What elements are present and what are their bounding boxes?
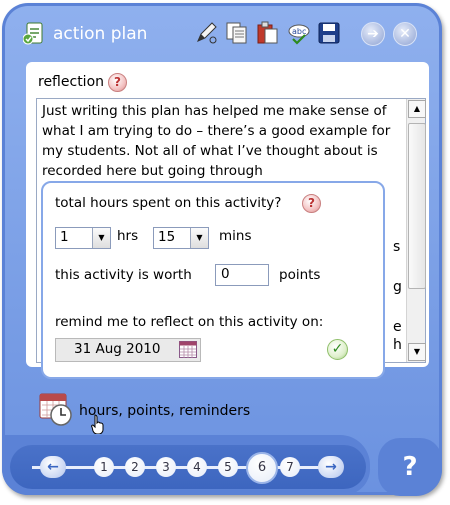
reflection-scrollbar[interactable]: ▲ ▼ [406,99,426,362]
minutes-unit: mins [219,228,252,244]
reflection-text-fragment: g [393,279,402,295]
points-unit: points [279,267,321,283]
action-plan-icon [23,22,43,45]
reminder-date-field[interactable]: 31 Aug 2010 [55,338,201,362]
calendar-icon[interactable] [179,341,197,358]
hours-select[interactable]: 1 ▼ [55,227,111,249]
minutes-select[interactable]: 15 ▼ [153,227,209,249]
chevron-down-icon[interactable]: ▼ [92,228,110,248]
step-navigation-bar: ← 1 2 3 4 5 6 7 → [2,435,370,495]
step-3[interactable]: 3 [156,457,176,477]
reflection-label: reflection [38,74,105,90]
points-input[interactable]: 0 [215,264,269,286]
reflection-text-fragment: s [393,239,401,255]
scroll-down-button[interactable]: ▼ [408,343,426,361]
reflection-text-fragment: h [393,337,402,353]
hours-value: 1 [60,229,69,245]
help-button[interactable]: ? [378,438,442,496]
previous-step-button[interactable]: ← [40,456,66,478]
spellcheck-icon[interactable]: abc [287,21,311,45]
reminder-date-value: 31 Aug 2010 [74,341,161,357]
chevron-down-icon[interactable]: ▼ [190,228,208,248]
step-5[interactable]: 5 [218,457,238,477]
window-title: action plan [53,24,148,44]
step-1[interactable]: 1 [94,457,114,477]
hours-points-reminders-icon[interactable] [39,391,75,427]
action-plan-window: action plan abc ➔ ✕ reflection ? Just wr… [2,3,442,496]
title-bar: action plan abc ➔ ✕ [5,6,439,62]
hours-unit: hrs [117,228,139,244]
scroll-up-button[interactable]: ▲ [408,100,426,118]
step-4[interactable]: 4 [187,457,207,477]
confirm-check-button[interactable]: ✓ [327,339,348,360]
step-7[interactable]: 7 [280,457,300,477]
step-6-active[interactable]: 6 [246,452,278,484]
next-step-button[interactable]: → [318,456,344,478]
paste-icon[interactable] [255,21,279,45]
reflection-help-icon[interactable]: ? [108,73,127,92]
save-icon[interactable] [317,21,341,45]
hours-question-label: total hours spent on this activity? [55,195,282,211]
step-2[interactable]: 2 [125,457,145,477]
reflection-text-fragment: e [393,319,402,335]
copy-icon[interactable] [225,21,249,45]
remind-label: remind me to reflect on this activity on… [55,314,324,330]
scroll-thumb[interactable] [408,123,426,289]
hours-help-icon[interactable]: ? [302,194,321,213]
hours-points-popup: total hours spent on this activity? ? 1 … [41,181,385,379]
window-body: action plan abc ➔ ✕ reflection ? Just wr… [5,6,439,492]
worth-label: this activity is worth [55,267,192,283]
points-value: 0 [221,266,230,282]
minutes-value: 15 [158,229,176,245]
forward-button[interactable]: ➔ [361,22,385,46]
draw-icon[interactable] [195,21,219,45]
reflection-text: Just writing this plan has helped me mak… [42,103,391,179]
hand-cursor-icon [91,414,104,434]
close-button[interactable]: ✕ [393,22,417,46]
